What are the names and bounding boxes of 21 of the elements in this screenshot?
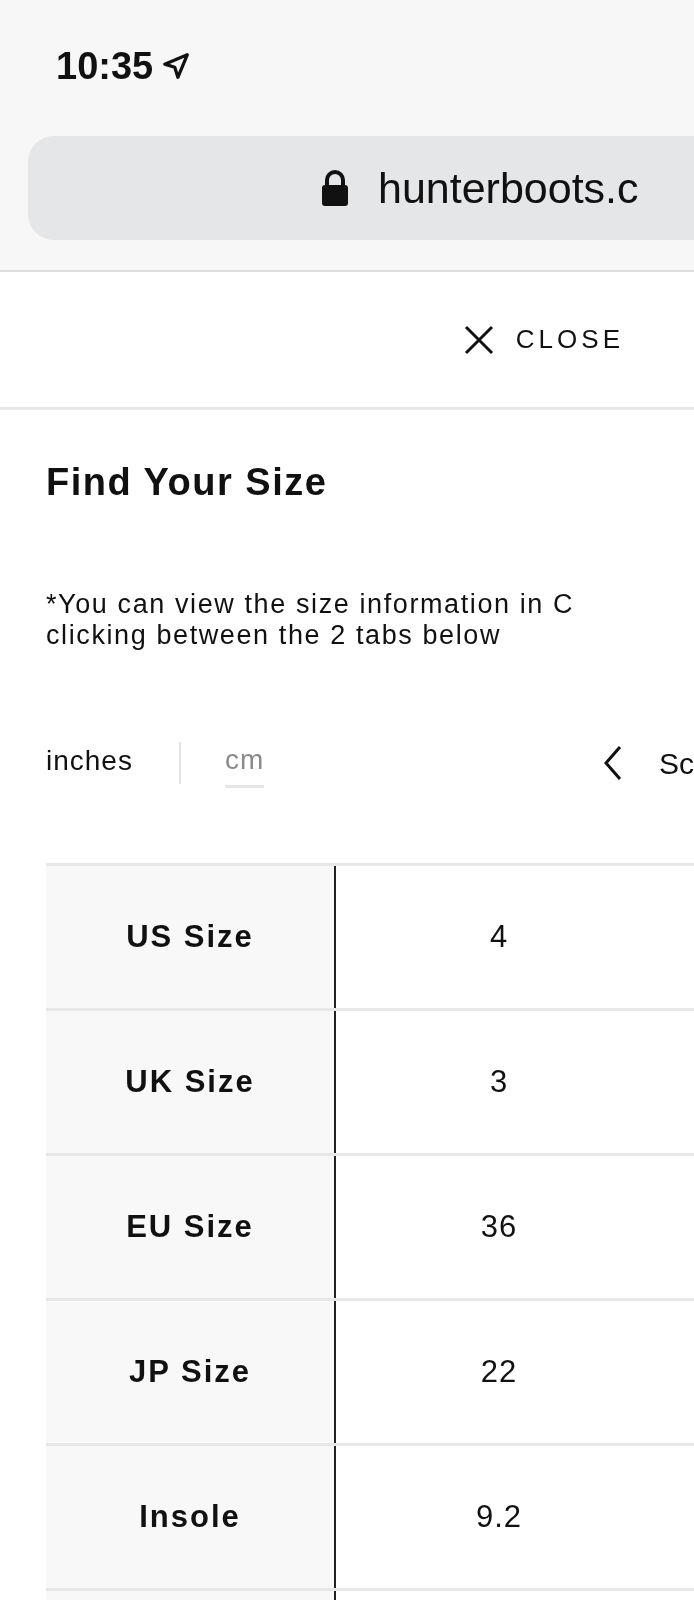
chevron-left-icon[interactable] bbox=[603, 745, 623, 781]
row-header: Insole bbox=[46, 1446, 336, 1588]
unit-tab[interactable]: inches bbox=[46, 740, 133, 786]
pager-label: Sc bbox=[659, 745, 694, 782]
table-cell-text: 22 bbox=[479, 1352, 519, 1391]
row-header: UK Size bbox=[46, 1011, 336, 1153]
lock-icon bbox=[320, 168, 350, 208]
row-header: EU Size bbox=[46, 1156, 336, 1298]
close-button[interactable]: CLOSE bbox=[463, 320, 624, 359]
table-cell-text: 4 bbox=[488, 917, 510, 956]
address-bar[interactable]: hunterboots.c bbox=[28, 136, 694, 240]
table-cell-text: 3 bbox=[488, 1062, 510, 1101]
table-cell-text: 9.2 bbox=[474, 1497, 524, 1536]
status-time: 10:35 bbox=[56, 44, 154, 89]
table-cell-text: 36 bbox=[479, 1207, 519, 1246]
modal-title: Find Your Size bbox=[46, 460, 329, 505]
close-icon bbox=[463, 324, 494, 355]
location-icon bbox=[161, 51, 192, 81]
size-note: *You can view the size information in C clicking between the 2 tabs below bbox=[46, 589, 576, 651]
row-header: US Size bbox=[46, 866, 336, 1008]
row-header: JP Size bbox=[46, 1301, 336, 1443]
